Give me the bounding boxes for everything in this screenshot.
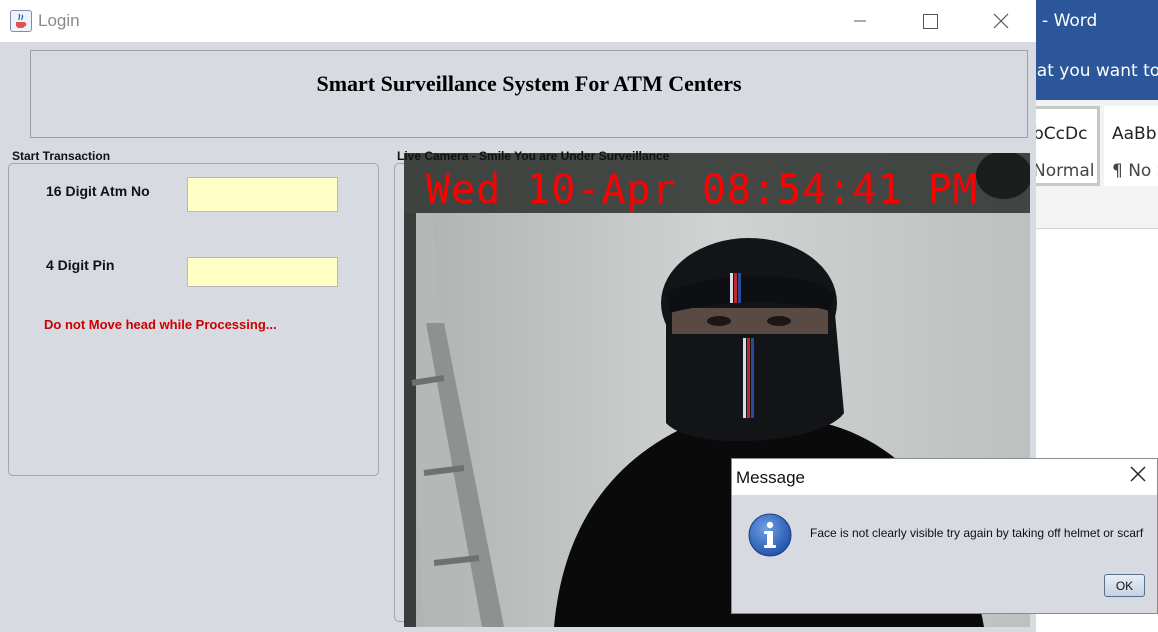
close-icon [1130, 466, 1146, 482]
style-preview: bCcDc [1033, 124, 1088, 144]
atm-number-label: 16 Digit Atm No [46, 183, 150, 199]
word-tell-me-text: hat you want to [1026, 61, 1158, 81]
style-name: ¶ No S [1112, 161, 1158, 181]
atm-number-input[interactable] [187, 177, 338, 212]
dialog-titlebar[interactable]: Message [732, 459, 1157, 495]
pin-input[interactable] [187, 257, 338, 287]
pin-label: 4 Digit Pin [46, 257, 115, 273]
dialog-close-button[interactable] [1129, 465, 1147, 489]
style-name: Normal [1033, 161, 1095, 181]
close-button[interactable] [978, 6, 1024, 36]
app-title: Smart Surveillance System For ATM Center… [316, 71, 742, 96]
transaction-panel: 16 Digit Atm No 4 Digit Pin Do not Move … [8, 163, 379, 476]
dialog-title: Message [736, 468, 805, 487]
maximize-icon [923, 14, 938, 29]
camera-group-label: Live Camera - Smile You are Under Survei… [397, 149, 670, 163]
close-icon [993, 13, 1009, 29]
style-no-spacing[interactable]: AaBb ¶ No S [1104, 106, 1158, 186]
maximize-button[interactable] [907, 6, 953, 36]
word-title: ] - Word [1030, 11, 1098, 31]
message-dialog: Message Face is not clearly visible try … [731, 458, 1158, 614]
window-titlebar[interactable]: Login [0, 0, 1036, 42]
java-coffee-icon [10, 10, 32, 32]
warning-text: Do not Move head while Processing... [44, 317, 277, 332]
window-title: Login [38, 11, 80, 30]
info-icon [748, 513, 792, 557]
style-preview: AaBb [1112, 124, 1157, 144]
camera-timestamp: Wed 10-Apr 08:54:41 PM [426, 167, 978, 213]
minimize-button[interactable] [836, 6, 882, 36]
style-normal[interactable]: bCcDc Normal [1030, 106, 1100, 186]
minimize-icon [854, 20, 866, 22]
header-panel: Smart Surveillance System For ATM Center… [30, 50, 1028, 138]
dialog-message: Face is not clearly visible try again by… [810, 526, 1144, 540]
ok-button[interactable]: OK [1104, 574, 1145, 597]
transaction-group-label: Start Transaction [12, 149, 111, 163]
